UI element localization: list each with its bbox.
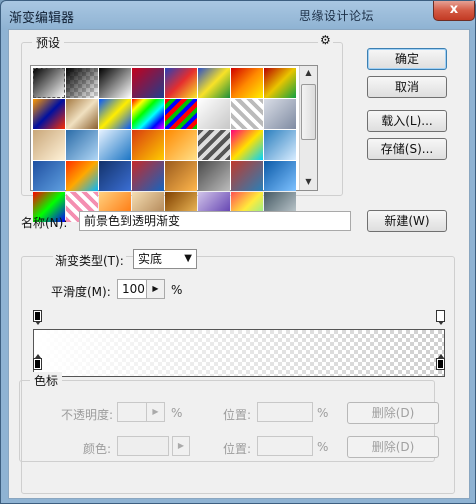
preset-swatch[interactable] (165, 99, 197, 129)
color-stops-legend: 色标 (30, 372, 63, 389)
gradient-type-label: 渐变类型(T): (53, 252, 126, 269)
color-stop-left[interactable] (33, 354, 42, 370)
preset-swatch[interactable] (231, 68, 263, 98)
smoothness-label: 平滑度(M): (51, 285, 111, 299)
preset-swatch[interactable] (33, 130, 65, 160)
ok-button[interactable]: 确定 (367, 48, 447, 70)
presets-menu-gear-icon[interactable]: ⚙ (318, 33, 333, 47)
presets-scrollbar[interactable]: ▲ ▼ (299, 66, 317, 190)
opacity-stop-left[interactable] (33, 310, 42, 325)
watermark-text: 思缘设计论坛 (299, 9, 375, 23)
smoothness-stepper-arrow-icon[interactable]: ▶ (147, 279, 165, 299)
smoothness-unit: % (171, 283, 183, 297)
preset-swatch[interactable] (99, 161, 131, 191)
gradient-type-value: 实底 (138, 252, 163, 266)
load-button[interactable]: 载入(L)... (367, 110, 447, 132)
scroll-up-arrow-icon[interactable]: ▲ (302, 66, 315, 80)
presets-swatch-list: ▲ ▼ (30, 65, 318, 222)
opacity-stop-right[interactable] (436, 310, 445, 325)
smoothness-input[interactable]: 100 (117, 279, 147, 299)
preset-swatch[interactable] (165, 130, 197, 160)
opacity-stepper-arrow-icon[interactable]: ▶ (147, 402, 165, 422)
color-location-unit: % (317, 440, 329, 454)
color-location-label: 位置: (223, 442, 252, 456)
opacity-location-input[interactable] (257, 402, 313, 422)
color-stop-right[interactable] (436, 354, 445, 370)
opacity-unit: % (171, 406, 183, 420)
preset-swatch[interactable] (66, 99, 98, 129)
presets-group: 预设 ⚙ ▲ ▼ (21, 33, 343, 222)
preset-swatch[interactable] (132, 99, 164, 129)
preset-swatch[interactable] (132, 161, 164, 191)
opacity-location-label: 位置: (223, 408, 252, 422)
gradient-preview-bar[interactable] (33, 329, 445, 377)
preset-swatch[interactable] (264, 99, 296, 129)
opacity-stop-left-fill (35, 312, 40, 320)
preset-swatch[interactable] (231, 161, 263, 191)
preset-swatch[interactable] (33, 99, 65, 129)
presets-swatch-grid (33, 68, 296, 222)
preset-swatch[interactable] (198, 68, 230, 98)
preset-swatch[interactable] (66, 68, 98, 98)
preset-swatch[interactable] (99, 99, 131, 129)
close-button[interactable]: x (433, 1, 475, 21)
gradient-type-select[interactable]: 实底 ▼ (133, 249, 197, 269)
opacity-input[interactable] (117, 402, 147, 422)
preset-swatch[interactable] (132, 68, 164, 98)
color-menu-arrow-icon[interactable]: ▶ (172, 436, 190, 456)
new-button[interactable]: 新建(W) (367, 210, 447, 232)
scroll-thumb[interactable] (301, 84, 316, 140)
preset-swatch[interactable] (231, 99, 263, 129)
opacity-label: 不透明度: (61, 408, 114, 422)
chevron-down-icon: ▼ (184, 253, 192, 264)
preset-swatch[interactable] (165, 68, 197, 98)
opacity-location-unit: % (317, 406, 329, 420)
preset-swatch[interactable] (198, 99, 230, 129)
preset-swatch[interactable] (33, 68, 65, 98)
preset-swatch[interactable] (198, 130, 230, 160)
color-stop-right-fill (438, 360, 443, 368)
window-title: 渐变编辑器 (9, 11, 75, 26)
preset-swatch[interactable] (33, 161, 65, 191)
save-button[interactable]: 存储(S)... (367, 138, 447, 160)
cancel-button[interactable]: 取消 (367, 76, 447, 98)
preset-swatch[interactable] (165, 161, 197, 191)
presets-legend: 预设 (32, 34, 65, 51)
opacity-stop-right-fill (438, 312, 443, 320)
color-label: 颜色: (83, 442, 112, 456)
dialog-client: 预设 ⚙ ▲ ▼ 确定 取消 载入(L)... 存储(S)... 名称(N): … (8, 29, 470, 499)
preset-swatch[interactable] (99, 130, 131, 160)
preset-swatch[interactable] (231, 130, 263, 160)
preset-swatch[interactable] (264, 161, 296, 191)
delete-opacity-stop-button[interactable]: 删除(D) (347, 402, 439, 424)
preset-swatch[interactable] (264, 68, 296, 98)
preset-swatch[interactable] (264, 130, 296, 160)
preset-swatch[interactable] (198, 161, 230, 191)
preset-swatch[interactable] (66, 161, 98, 191)
scroll-down-arrow-icon[interactable]: ▼ (302, 175, 315, 189)
preset-swatch[interactable] (66, 130, 98, 160)
title-bar[interactable]: 渐变编辑器 思缘设计论坛 x (1, 1, 475, 29)
preset-swatch[interactable] (99, 68, 131, 98)
name-label: 名称(N): (21, 216, 68, 230)
close-icon: x (449, 2, 459, 17)
name-input[interactable]: 前景色到透明渐变 (79, 211, 351, 231)
preset-swatch[interactable] (132, 130, 164, 160)
gradient-editor-window: 渐变编辑器 思缘设计论坛 x 预设 ⚙ ▲ ▼ 确定 取消 载入(L)... 存… (0, 0, 476, 504)
color-stop-left-fill (35, 360, 40, 368)
color-location-input[interactable] (257, 436, 313, 456)
color-well[interactable] (117, 436, 169, 456)
delete-color-stop-button[interactable]: 删除(D) (347, 436, 439, 458)
